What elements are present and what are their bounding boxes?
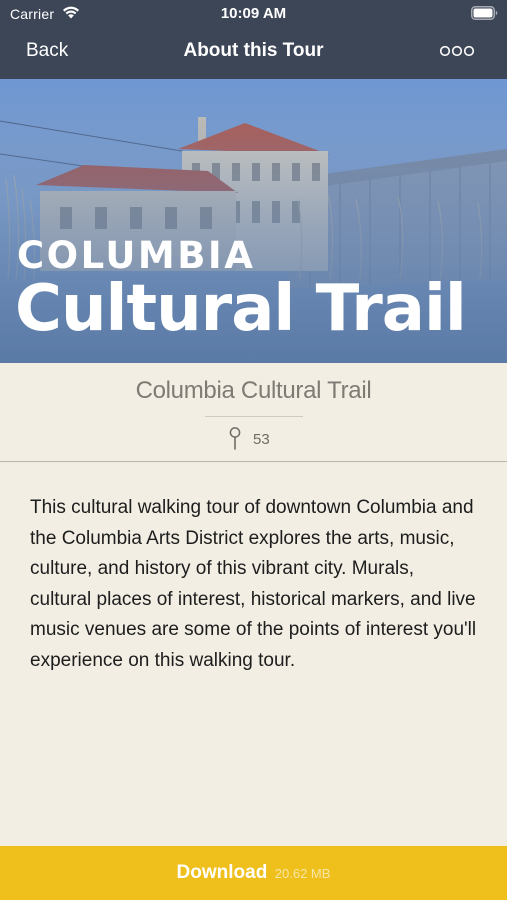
stop-count: 53	[253, 431, 270, 448]
section-divider	[0, 461, 507, 462]
tour-about-screen: Carrier 10:09 AM Back About this Tour CO…	[0, 0, 507, 900]
nav-title: About this Tour	[183, 40, 324, 61]
battery-icon	[471, 6, 498, 20]
status-bar: Carrier 10:09 AM	[0, 0, 507, 28]
download-size: 20.62 MB	[274, 866, 331, 881]
ellipsis-icon[interactable]	[439, 44, 475, 58]
hero-title-line2: Cultural Trail	[15, 272, 467, 346]
back-button[interactable]: Back	[26, 40, 68, 62]
navigation-bar: Back About this Tour	[0, 28, 507, 79]
tour-name: Columbia Cultural Trail	[135, 377, 372, 404]
download-content: Download 20.62 MB	[0, 862, 507, 884]
tour-name-divider	[205, 416, 303, 417]
download-label: Download	[176, 862, 268, 883]
download-button[interactable]: Download 20.62 MB	[0, 846, 507, 900]
tour-description: This cultural walking tour of downtown C…	[30, 497, 477, 671]
map-pin-icon	[229, 427, 241, 450]
status-time: 10:09 AM	[220, 5, 287, 22]
top-bar: Carrier 10:09 AM Back About this Tour	[0, 0, 507, 79]
hero-banner: COLUMBIA Cultural Trail	[0, 79, 507, 363]
